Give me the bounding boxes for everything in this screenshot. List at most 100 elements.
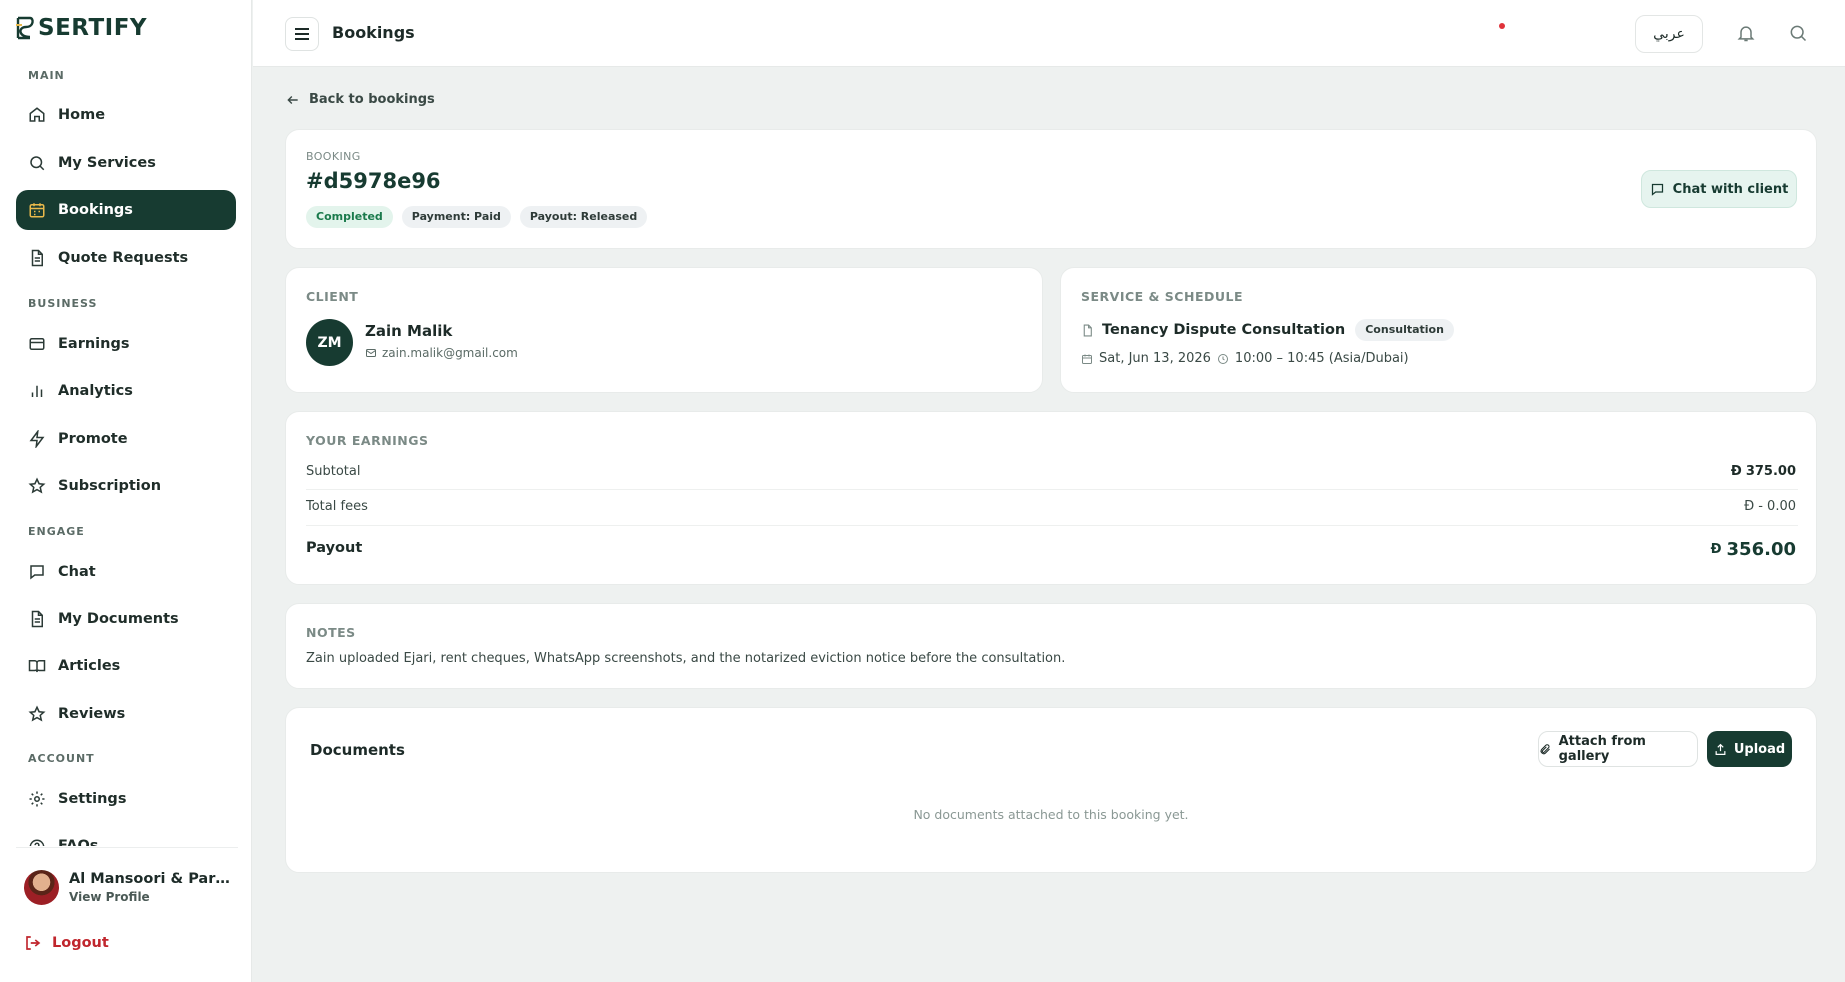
sidebar-item-label: Quote Requests bbox=[58, 250, 189, 266]
fees-value: - 0.00 bbox=[1758, 499, 1796, 514]
bell-icon[interactable] bbox=[1736, 22, 1756, 44]
service-type-badge: Consultation bbox=[1355, 319, 1454, 341]
booking-status-pills: Completed Payment: Paid Payout: Released bbox=[306, 206, 648, 228]
profile-block[interactable]: Al Mansoori & Partne... View Profile bbox=[24, 870, 234, 905]
documents-empty-state: No documents attached to this booking ye… bbox=[913, 807, 1189, 822]
section-label-business: BUSINESS bbox=[28, 297, 98, 310]
menu-toggle-button[interactable] bbox=[285, 17, 319, 51]
currency-symbol: Đ bbox=[1744, 499, 1755, 514]
payout-badge: Payout: Released bbox=[519, 206, 648, 228]
sidebar-divider bbox=[16, 847, 238, 848]
sidebar-item-promote[interactable]: Promote bbox=[16, 419, 236, 459]
sidebar-item-label: Earnings bbox=[58, 336, 130, 352]
client-email: zain.malik@gmail.com bbox=[382, 346, 518, 360]
earnings-divider bbox=[306, 525, 1798, 526]
subtotal-amount: Đ 375.00 bbox=[1731, 464, 1796, 479]
sidebar-item-home[interactable]: Home bbox=[16, 95, 236, 135]
upload-button[interactable]: Upload bbox=[1707, 731, 1792, 767]
calendar-icon bbox=[29, 203, 45, 218]
booking-eyebrow: BOOKING bbox=[306, 150, 361, 163]
sidebar-item-quote-requests[interactable]: Quote Requests bbox=[16, 238, 236, 278]
notes-card: NOTES Zain uploaded Ejari, rent cheques,… bbox=[285, 603, 1817, 689]
home-icon bbox=[29, 107, 45, 122]
view-profile-link[interactable]: View Profile bbox=[69, 890, 234, 904]
upload-icon bbox=[1715, 743, 1726, 755]
sidebar-item-analytics[interactable]: Analytics bbox=[16, 371, 236, 411]
chat-with-client-button[interactable]: Chat with client bbox=[1641, 170, 1797, 208]
client-avatar: ZM bbox=[306, 319, 353, 366]
notification-dot bbox=[1499, 23, 1505, 29]
sidebar-item-label: Subscription bbox=[58, 478, 162, 494]
document-icon bbox=[31, 610, 43, 628]
logo-icon bbox=[16, 16, 34, 40]
star-icon bbox=[28, 705, 46, 722]
sidebar: SERTIFY MAIN Home My Services Bookings Q… bbox=[0, 0, 252, 982]
sidebar-item-my-services[interactable]: My Services bbox=[16, 143, 236, 183]
document-icon bbox=[1083, 324, 1092, 336]
sidebar-item-faqs[interactable]: FAQs bbox=[16, 826, 236, 846]
arrow-left-icon bbox=[287, 95, 298, 104]
sidebar-item-label: Settings bbox=[58, 791, 127, 807]
sidebar-item-subscription[interactable]: Subscription bbox=[16, 466, 236, 506]
sidebar-item-label: Home bbox=[58, 107, 106, 123]
back-label: Back to bookings bbox=[309, 92, 435, 107]
mail-icon bbox=[366, 349, 376, 357]
client-email-row[interactable]: zain.malik@gmail.com bbox=[365, 346, 518, 360]
notes-text: Zain uploaded Ejari, rent cheques, Whats… bbox=[306, 651, 1066, 666]
section-label-main: MAIN bbox=[28, 69, 65, 82]
gear-icon bbox=[29, 791, 45, 807]
logout-label: Logout bbox=[52, 935, 109, 951]
currency-symbol: Đ bbox=[1730, 464, 1742, 479]
fees-label: Total fees bbox=[306, 499, 368, 514]
schedule-date: Sat, Jun 13, 2026 bbox=[1099, 351, 1211, 366]
search-icon bbox=[30, 156, 45, 171]
sidebar-item-articles[interactable]: Articles bbox=[16, 646, 236, 686]
sidebar-item-label: My Services bbox=[58, 155, 156, 171]
sidebar-item-settings[interactable]: Settings bbox=[16, 779, 236, 819]
book-icon bbox=[28, 660, 46, 673]
payment-badge: Payment: Paid bbox=[401, 206, 511, 228]
chat-icon bbox=[30, 565, 44, 580]
upload-button-label: Upload bbox=[1733, 741, 1786, 757]
client-eyebrow: CLIENT bbox=[306, 289, 359, 304]
sidebar-item-my-documents[interactable]: My Documents bbox=[16, 599, 236, 639]
chat-icon bbox=[1651, 183, 1663, 196]
documents-title: Documents bbox=[310, 741, 405, 759]
chat-button-label: Chat with client bbox=[1672, 181, 1789, 197]
sidebar-item-label: Reviews bbox=[58, 706, 126, 722]
sidebar-item-earnings[interactable]: Earnings bbox=[16, 324, 236, 364]
star-icon bbox=[28, 477, 46, 494]
sidebar-item-chat[interactable]: Chat bbox=[16, 552, 236, 592]
sidebar-item-label: Promote bbox=[58, 431, 128, 447]
earnings-divider bbox=[306, 489, 1798, 490]
search-icon[interactable] bbox=[1788, 23, 1808, 43]
brand-logo[interactable]: SERTIFY bbox=[14, 15, 147, 41]
back-to-bookings-link[interactable]: Back to bookings bbox=[286, 92, 435, 107]
subtotal-value: 375.00 bbox=[1745, 464, 1796, 479]
sidebar-item-reviews[interactable]: Reviews bbox=[16, 694, 236, 734]
earnings-eyebrow: YOUR EARNINGS bbox=[306, 433, 429, 448]
profile-name: Al Mansoori & Partne... bbox=[69, 871, 234, 887]
language-toggle-button[interactable]: عربي bbox=[1635, 15, 1703, 53]
notes-eyebrow: NOTES bbox=[306, 625, 356, 640]
sidebar-item-label: My Documents bbox=[58, 611, 179, 627]
hamburger-icon bbox=[295, 28, 309, 40]
payout-amount: Đ 356.00 bbox=[1711, 539, 1796, 560]
sidebar-item-label: FAQs bbox=[58, 838, 99, 846]
service-schedule-card: SERVICE & SCHEDULE Tenancy Dispute Consu… bbox=[1060, 267, 1817, 393]
logout-icon bbox=[26, 936, 41, 950]
document-icon bbox=[31, 249, 43, 267]
schedule-time: 10:00 – 10:45 (Asia/Dubai) bbox=[1234, 351, 1409, 366]
logout-button[interactable]: Logout bbox=[24, 934, 109, 952]
attach-from-gallery-button[interactable]: Attach from gallery bbox=[1538, 731, 1698, 767]
sidebar-item-bookings[interactable]: Bookings bbox=[16, 190, 236, 230]
page-title: Bookings bbox=[332, 23, 415, 42]
service-row: Tenancy Dispute Consultation Consultatio… bbox=[1081, 319, 1454, 341]
sidebar-item-label: Bookings bbox=[58, 202, 133, 218]
booking-id: #d5978e96 bbox=[306, 169, 441, 193]
help-icon bbox=[29, 839, 45, 846]
section-label-account: ACCOUNT bbox=[28, 752, 95, 765]
status-badge: Completed bbox=[306, 206, 393, 228]
schedule-row: Sat, Jun 13, 2026 10:00 – 10:45 (Asia/Du… bbox=[1081, 351, 1409, 366]
payout-label: Payout bbox=[306, 540, 363, 556]
